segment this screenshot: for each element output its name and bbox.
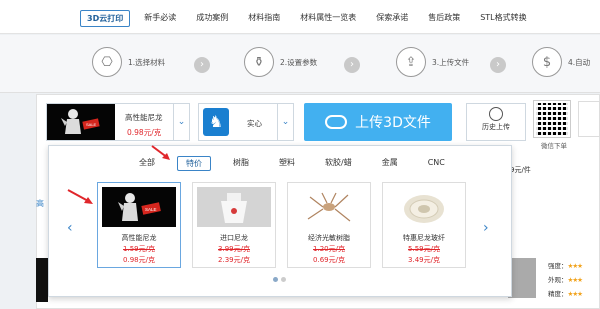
side-price: 9元/件 [510,166,531,174]
fill-label: 实心 [247,119,262,128]
card-name: 经济光敏树脂 [308,234,350,242]
main-nav: 3D云打印 新手必读 成功案例 材料指南 材料属性一览表 保索承诺 售后政策 S… [80,10,541,27]
bottom-left-text: 高 [36,199,44,208]
material-cards: SALE 高性能尼龙 1.59元/克 0.98元/克 进口尼龙 3.99元/克 … [97,182,477,268]
nav-promise[interactable]: 保索承诺 [370,10,414,27]
tab-metal[interactable]: 金属 [374,156,406,171]
vase-icon: ⚱ [244,47,274,77]
material-select[interactable]: SALE 高性能尼龙 0.98元/克 ⌄ [46,103,190,141]
card-name: 高性能尼龙 [121,234,157,242]
rating-row: 外观：★★★ [548,276,583,284]
material-image [197,187,271,227]
printer-icon: ⎔ [92,47,122,77]
card-name: 进口尼龙 [220,234,248,242]
product-image [36,258,48,302]
nav-after-sales[interactable]: 售后政策 [422,10,466,27]
step-upload: ⇪ 3.上传文件 [396,47,469,77]
card-new-price: 3.49元/克 [408,256,440,264]
material-name: 高性能尼龙 [125,113,163,122]
rating-row: 精度：★★★ [548,290,583,298]
card-new-price: 0.69元/克 [313,256,345,264]
dollar-icon: $ [532,47,562,77]
material-image [292,187,366,227]
step-arrow-icon: › [194,57,210,73]
step-auto: $ 4.自动 [532,47,590,77]
material-card[interactable]: SALE 高性能尼龙 1.59元/克 0.98元/克 [97,182,181,268]
svg-text:SALE: SALE [145,207,157,212]
step-label: 2.设置参数 [280,57,318,67]
order-steps: ⎔ 1.选择材料 ⚱ 2.设置参数 ⇪ 3.上传文件 $ 4.自动 [0,35,600,93]
nav-material-guide[interactable]: 材料指南 [242,10,286,27]
step-arrow-icon: › [344,57,360,73]
top-navigation-bar: 3D云打印 新手必读 成功案例 材料指南 材料属性一览表 保索承诺 售后政策 S… [0,0,600,34]
side-widget[interactable] [578,101,600,137]
tab-plastic[interactable]: 塑料 [271,156,303,171]
material-price: 0.98元/克 [127,128,162,137]
material-image [387,187,461,227]
clock-icon [489,107,503,121]
carousel-dot[interactable] [281,277,286,282]
cloud-upload-icon [325,115,348,129]
nav-success-cases[interactable]: 成功案例 [190,10,234,27]
tab-rubber-wax[interactable]: 软胶/蜡 [317,156,360,171]
nav-3d-print[interactable]: 3D云打印 [80,10,131,27]
upload-3d-file-button[interactable]: 上传3D文件 [304,103,452,141]
nav-stl-convert[interactable]: STL格式转换 [474,10,532,27]
carousel-dots [273,277,289,282]
qr-label: 微信下单 [541,142,567,150]
history-upload-button[interactable]: 历史上传 [466,103,526,141]
history-label: 历史上传 [482,123,510,131]
card-old-price: 3.99元/克 [218,245,250,253]
card-old-price: 1.59元/克 [123,245,155,253]
rating-row: 强度：★★★ [548,262,583,270]
tab-resin[interactable]: 树脂 [225,156,257,171]
carousel-next-icon[interactable]: › [483,220,489,236]
card-new-price: 2.39元/克 [218,256,250,264]
upload-icon: ⇪ [396,47,426,77]
material-thumbnail: SALE [47,104,115,140]
step-arrow-icon: › [490,57,506,73]
fill-select[interactable]: ♞ 实心 ⌄ [198,103,294,141]
carousel-prev-icon[interactable]: ‹ [67,220,73,236]
material-card[interactable]: 经济光敏树脂 1.20元/克 0.69元/克 [287,182,371,268]
tab-cnc[interactable]: CNC [420,156,453,171]
product-image [508,258,536,298]
material-dropdown: 全部 特价 树脂 塑料 软胶/蜡 金属 CNC ‹ › SALE 高性能尼龙 1… [48,145,512,297]
squirrel-icon: ♞ [203,108,229,136]
rating-list: 强度：★★★ 外观：★★★ 精度：★★★ [548,260,583,302]
material-card[interactable]: 进口尼龙 3.99元/克 2.39元/克 [192,182,276,268]
material-image: SALE [102,187,176,227]
material-card[interactable]: 特惠尼龙玻纤 5.59元/克 3.49元/克 [382,182,466,268]
chevron-down-icon[interactable]: ⌄ [173,104,189,140]
upload-label: 上传3D文件 [355,115,431,131]
card-old-price: 5.59元/克 [408,245,440,253]
card-new-price: 0.98元/克 [123,256,155,264]
card-name: 特惠尼龙玻纤 [403,234,445,242]
tab-special-offer[interactable]: 特价 [177,156,211,171]
step-label: 4.自动 [568,57,591,67]
annotation-arrow-icon [67,189,93,204]
carousel-dot[interactable] [273,277,278,282]
chevron-down-icon[interactable]: ⌄ [277,104,293,140]
qr-pattern [536,103,568,135]
step-set-params: ⚱ 2.设置参数 [244,47,317,77]
step-select-material: ⎔ 1.选择材料 [92,47,165,77]
nav-beginner-guide[interactable]: 新手必读 [138,10,182,27]
svg-text:SALE: SALE [86,122,97,127]
card-old-price: 1.20元/克 [313,245,345,253]
material-tabs: 全部 特价 树脂 塑料 软胶/蜡 金属 CNC [131,156,467,171]
step-label: 1.选择材料 [128,57,166,67]
annotation-arrow-icon [151,145,170,160]
step-label: 3.上传文件 [432,57,470,67]
nav-material-properties[interactable]: 材料属性一览表 [294,10,362,27]
